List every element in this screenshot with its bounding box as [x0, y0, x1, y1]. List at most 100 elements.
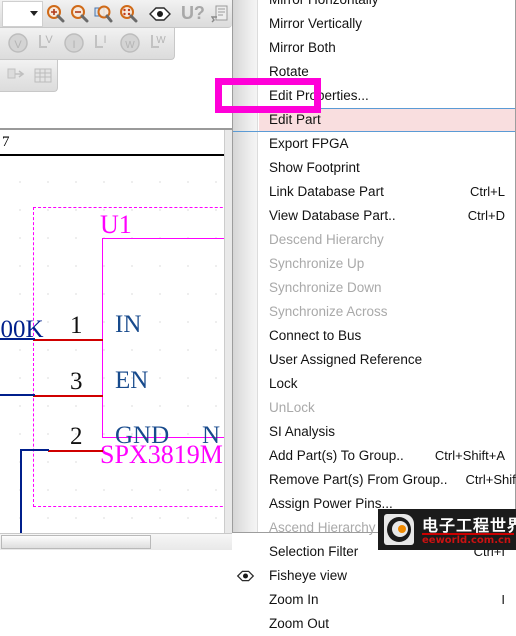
voltage-circle-icon: V [8, 32, 28, 53]
current-marker-icon: I [95, 34, 107, 48]
voltage-probe-button[interactable]: V [4, 31, 32, 57]
net-wire-gnd-h [20, 449, 49, 451]
menu-item-zoom-out[interactable]: Zoom Out [259, 612, 515, 636]
net-wire-en [0, 394, 35, 396]
chevron-down-icon [29, 11, 38, 16]
menu-item-label: Assign Power Pins... [269, 496, 393, 511]
pin-label-en: EN [115, 367, 149, 394]
menu-item-user-assigned-reference[interactable]: User Assigned Reference [259, 348, 515, 372]
menu-item-label: View Database Part.. [269, 208, 396, 223]
zoom-by-points-button[interactable] [116, 1, 140, 27]
part-reference-designator[interactable]: U1 [100, 210, 132, 240]
pin-number-2: 2 [70, 423, 83, 450]
power-circle-icon: W [120, 32, 140, 53]
menu-item-edit-part[interactable]: Edit Part [233, 108, 515, 132]
context-menu-item-list: Mirror Horizontally Mirror Vertically Mirr… [233, 0, 516, 631]
pin-label-gnd: GND [115, 422, 170, 449]
pin-number-3: 3 [70, 368, 83, 395]
menu-item-label: Mirror Horizontally [269, 0, 379, 12]
power-probe-button[interactable]: W [116, 31, 144, 57]
menu-item-rotate[interactable]: Rotate [259, 60, 515, 84]
svg-text:I: I [72, 39, 75, 51]
fisheye-view-gutter-icon [236, 568, 255, 584]
menu-item-lock[interactable]: Lock [259, 372, 515, 396]
menu-item-label: UnLock [269, 400, 315, 415]
net-wire-gnd-v [20, 449, 22, 533]
menu-item-synchronize-down: Synchronize Down [259, 276, 515, 300]
menu-item-label: SI Analysis [269, 424, 336, 439]
zoom-to-fit-button[interactable] [91, 1, 115, 27]
menu-item-unlock: UnLock [259, 396, 515, 420]
menu-item-zoom-in[interactable]: Zoom In I [259, 588, 515, 612]
menu-item-label: Ascend Hierarchy [269, 520, 376, 535]
canvas-vertical-scrollbar[interactable] [224, 130, 232, 533]
menu-item-synchronize-across: Synchronize Across [259, 300, 515, 324]
menu-item-fisheye-view[interactable]: Fisheye view [259, 564, 515, 588]
power-marker-button[interactable]: W [144, 31, 172, 57]
zoom-in-button[interactable] [43, 1, 67, 27]
net-name-label: 100K [0, 316, 44, 343]
pin-wire-3 [33, 395, 103, 397]
reference-designator-button[interactable]: U? [178, 1, 208, 27]
menu-item-mirror-both[interactable]: Mirror Both [259, 36, 515, 60]
menu-item-label: Edit Part [269, 112, 321, 127]
menu-item-mirror-vertically[interactable]: Mirror Vertically [259, 12, 515, 36]
horizontal-scrollbar-thumb[interactable] [1, 535, 151, 549]
table-icon [34, 68, 52, 82]
eye-icon [236, 570, 255, 582]
current-probe-button[interactable]: I [60, 31, 88, 57]
menu-item-label: User Assigned Reference [269, 352, 423, 367]
zoom-fit-icon [94, 5, 113, 22]
menu-item-edit-properties[interactable]: Edit Properties... [259, 84, 515, 108]
menu-item-label: Descend Hierarchy [269, 232, 384, 247]
menu-item-shortcut: Ctrl+D [467, 208, 505, 223]
spreadsheet-button[interactable] [31, 63, 58, 89]
menu-item-si-analysis[interactable]: SI Analysis [259, 420, 515, 444]
sheet-number-label: 7 [2, 134, 10, 150]
menu-item-label: Add Part(s) To Group.. [269, 448, 404, 463]
voltage-marker-icon: V [39, 34, 53, 48]
menu-item-label: Synchronize Across [269, 304, 388, 319]
schematic-canvas[interactable]: U1 SPX3819M 1 IN 3 EN 100K 2 GND N [0, 158, 224, 533]
current-marker-button[interactable]: I [88, 31, 116, 57]
context-menu[interactable]: Mirror Horizontally Mirror Vertically Mirr… [232, 0, 516, 631]
menu-item-label: Synchronize Up [269, 256, 365, 271]
svg-text:W: W [156, 35, 166, 46]
fisheye-view-button[interactable] [148, 1, 172, 27]
zoom-out-button[interactable] [67, 1, 91, 27]
menu-item-label: Connect to Bus [269, 328, 362, 343]
menu-item-view-database-part[interactable]: View Database Part.. Ctrl+D [259, 204, 515, 228]
menu-item-export-fpga[interactable]: Export FPGA [259, 132, 515, 156]
context-menu-gutter [233, 0, 258, 582]
menu-item-show-footprint[interactable]: Show Footprint [259, 156, 515, 180]
menu-item-label: Remove Part(s) From Group.. [269, 472, 448, 487]
voltage-marker-button[interactable]: V [32, 31, 60, 57]
menu-item-connect-to-bus[interactable]: Connect to Bus [259, 324, 515, 348]
menu-item-remove-parts-from-group[interactable]: Remove Part(s) From Group.. Ctrl+Shift+R [259, 468, 516, 492]
svg-text:V: V [45, 34, 53, 46]
watermark-logo: 电子工程世界 eeworld.com.cn [378, 509, 516, 550]
watermark-mark-dot [398, 525, 406, 533]
canvas-horizontal-scrollbar[interactable] [0, 533, 232, 550]
menu-item-label: Edit Properties... [269, 88, 369, 103]
zoom-in-icon [46, 4, 65, 22]
annotate-button[interactable] [208, 1, 232, 27]
sheet-title-band [0, 130, 224, 156]
menu-item-label: Synchronize Down [269, 280, 382, 295]
menu-item-label: Rotate [269, 64, 309, 79]
export-button[interactable] [4, 63, 31, 89]
pin-label-in: IN [115, 311, 142, 338]
menu-item-link-database-part[interactable]: Link Database Part Ctrl+L [259, 180, 515, 204]
zoom-out-icon [71, 4, 89, 22]
menu-item-label: Mirror Both [269, 40, 336, 55]
menu-item-shortcut: I [501, 592, 505, 607]
export-icon [7, 68, 25, 78]
application-canvas-area: U? V V I I W W 7 U1 SPX3819M 1 IN 3 EN 0… [0, 0, 232, 550]
svg-text:W: W [125, 40, 135, 51]
toolbar-view: U? [0, 0, 232, 28]
menu-item-add-parts-to-group[interactable]: Add Part(s) To Group.. Ctrl+Shift+A [259, 444, 515, 468]
menu-item-label: Export FPGA [269, 136, 349, 151]
view-dropdown[interactable] [2, 0, 43, 27]
menu-item-label: Zoom In [269, 592, 319, 607]
menu-item-mirror-horizontally[interactable]: Mirror Horizontally [259, 0, 515, 12]
